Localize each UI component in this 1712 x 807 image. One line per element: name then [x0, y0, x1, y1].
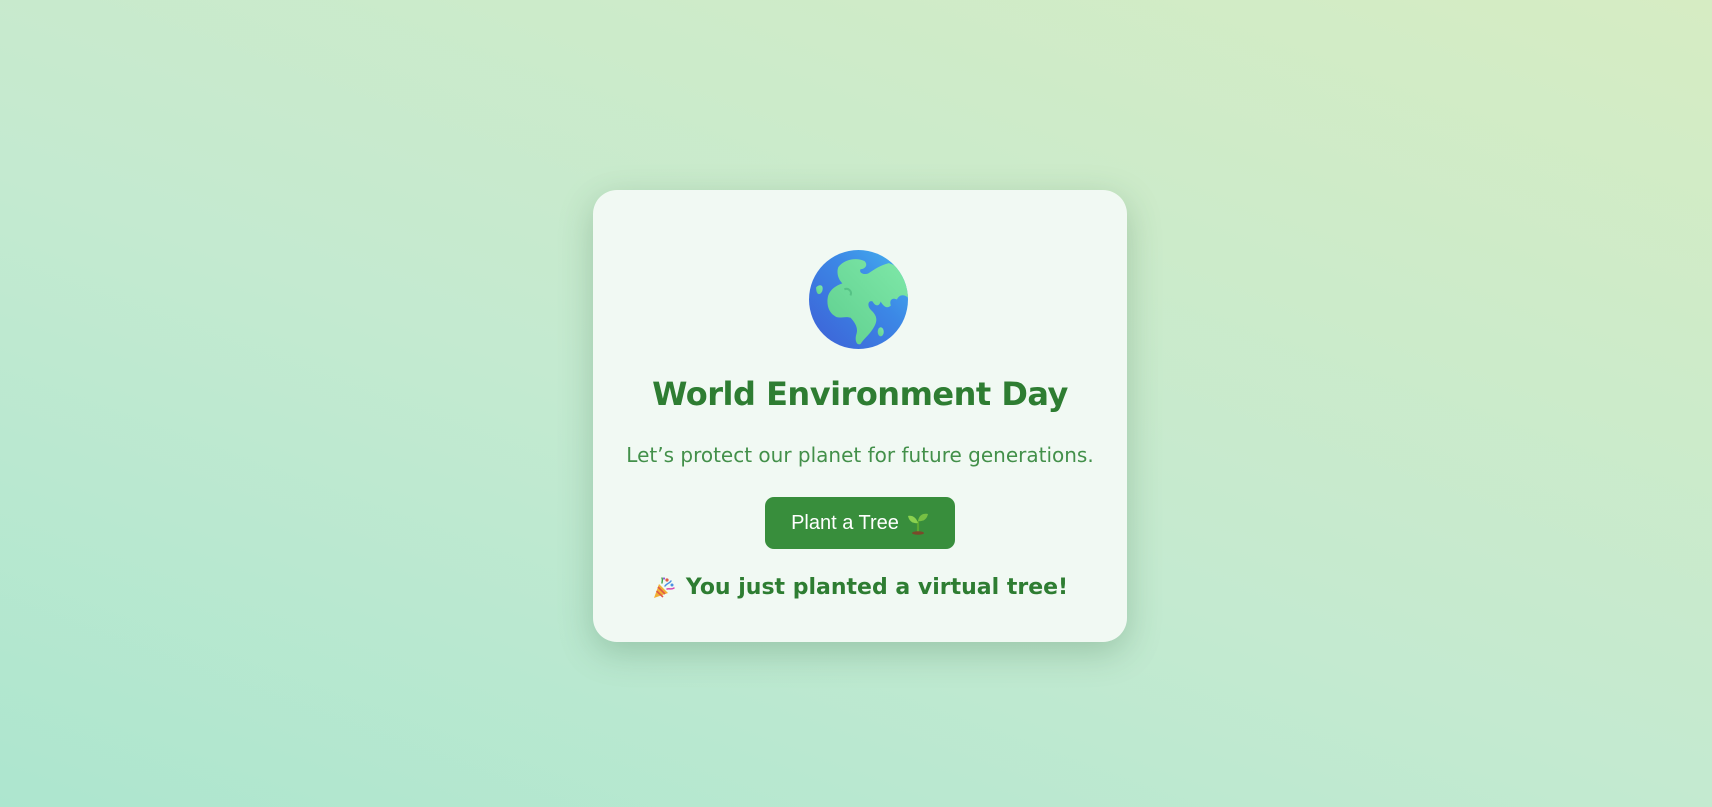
plant-tree-button[interactable]: Plant a Tree [765, 497, 955, 549]
success-message: You just planted a virtual tree! [593, 575, 1127, 600]
environment-card: World Environment Day Let’s protect our … [593, 190, 1127, 642]
party-popper-icon [652, 576, 676, 600]
globe-icon [808, 249, 909, 350]
page-title: World Environment Day [652, 375, 1068, 413]
plant-tree-button-label: Plant a Tree [791, 511, 899, 534]
seedling-icon [907, 511, 929, 535]
subtitle: Let’s protect our planet for future gene… [626, 443, 1094, 467]
success-message-text: You just planted a virtual tree! [685, 575, 1069, 600]
